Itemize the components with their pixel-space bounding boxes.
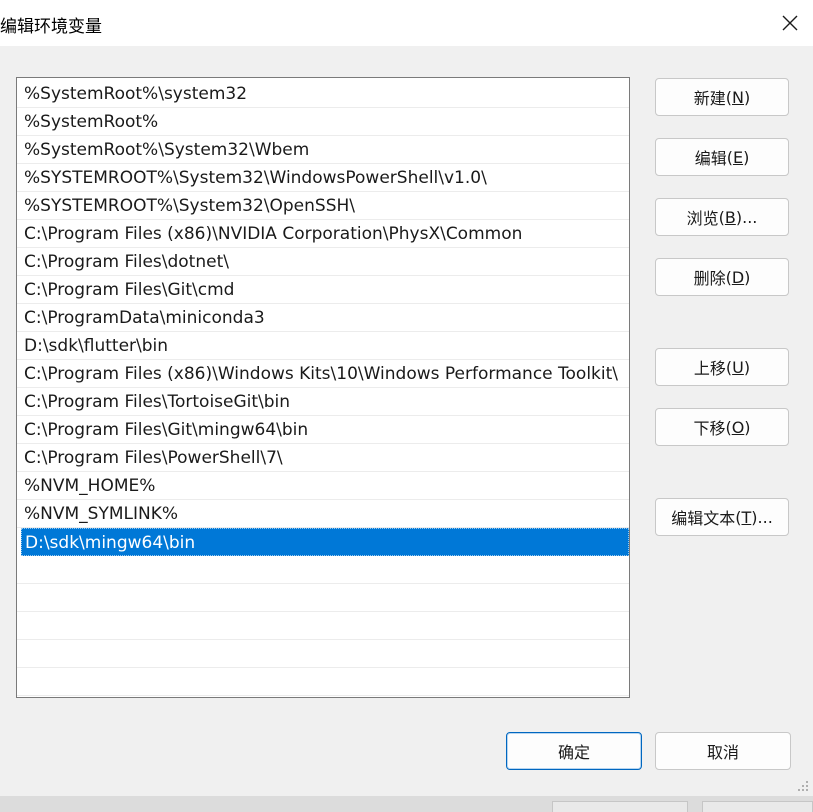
close-button[interactable] <box>767 0 813 46</box>
ok-button[interactable]: 确定 <box>506 732 642 770</box>
edit-button[interactable]: 编辑(E) <box>655 138 789 176</box>
list-item[interactable]: D:\sdk\mingw64\bin <box>21 528 629 556</box>
background-window-strip <box>0 796 813 812</box>
dialog-title: 编辑环境变量 <box>0 17 102 37</box>
ok-button-label: 确定 <box>557 743 590 762</box>
edit-text-button-ellipsis: ... <box>757 507 773 527</box>
delete-button-accelerator: D <box>731 267 745 287</box>
edit-text-button-accelerator: T <box>741 507 752 527</box>
list-item[interactable]: %NVM_SYMLINK% <box>17 500 629 528</box>
new-button-label: 新建 <box>693 89 726 108</box>
title-bar: 编辑环境变量 <box>0 0 813 46</box>
list-item[interactable]: C:\Program Files (x86)\Windows Kits\10\W… <box>17 360 629 388</box>
list-item[interactable]: D:\sdk\flutter\bin <box>17 332 629 360</box>
move-up-button-accelerator: U <box>732 357 744 377</box>
list-item[interactable]: %SystemRoot% <box>17 108 629 136</box>
list-item[interactable]: %SystemRoot%\system32 <box>17 80 629 108</box>
list-item[interactable]: C:\ProgramData\miniconda3 <box>17 304 629 332</box>
cancel-button-label: 取消 <box>706 743 739 762</box>
browse-button-label: 浏览 <box>686 209 719 228</box>
move-down-button[interactable]: 下移(O) <box>655 408 789 446</box>
empty-list-row[interactable] <box>17 584 629 612</box>
new-button-accelerator: N <box>732 87 744 107</box>
browse-button[interactable]: 浏览(B)... <box>655 198 789 236</box>
move-down-button-label: 下移 <box>693 419 726 438</box>
edit-environment-variable-dialog: 编辑环境变量 %SystemRoot%\system32 %SystemRoot%… <box>0 0 813 812</box>
edit-button-accelerator: E <box>732 147 744 167</box>
list-item[interactable]: C:\Program Files\Git\mingw64\bin <box>17 416 629 444</box>
close-icon <box>782 15 798 31</box>
new-button[interactable]: 新建(N) <box>655 78 789 116</box>
move-down-button-accelerator: O <box>731 417 745 437</box>
empty-list-row[interactable] <box>17 668 629 696</box>
edit-button-label: 编辑 <box>694 149 727 168</box>
list-item[interactable]: C:\Program Files (x86)\NVIDIA Corporatio… <box>17 220 629 248</box>
list-item[interactable]: C:\Program Files\TortoiseGit\bin <box>17 388 629 416</box>
background-button-1 <box>552 801 688 812</box>
list-item[interactable]: %SYSTEMROOT%\System32\OpenSSH\ <box>17 192 629 220</box>
move-up-button[interactable]: 上移(U) <box>655 348 789 386</box>
list-item[interactable]: %NVM_HOME% <box>17 472 629 500</box>
empty-list-row[interactable] <box>17 556 629 584</box>
list-item[interactable]: C:\Program Files\dotnet\ <box>17 248 629 276</box>
background-button-2 <box>702 801 813 812</box>
empty-list-row[interactable] <box>17 612 629 640</box>
list-item[interactable]: %SYSTEMROOT%\System32\WindowsPowerShell\… <box>17 164 629 192</box>
cancel-button[interactable]: 取消 <box>655 732 791 770</box>
path-list[interactable]: %SystemRoot%\system32 %SystemRoot% %System… <box>16 77 630 698</box>
resize-grip-icon[interactable] <box>797 780 809 792</box>
list-item[interactable]: C:\Program Files\PowerShell\7\ <box>17 444 629 472</box>
list-item[interactable]: C:\Program Files\Git\cmd <box>17 276 629 304</box>
delete-button-label: 删除 <box>693 269 726 288</box>
list-item[interactable]: %SystemRoot%\System32\Wbem <box>17 136 629 164</box>
browse-button-ellipsis: ... <box>742 207 758 227</box>
edit-text-button-label: 编辑文本 <box>671 509 736 528</box>
delete-button[interactable]: 删除(D) <box>655 258 789 296</box>
edit-text-button[interactable]: 编辑文本(T)... <box>655 498 789 536</box>
move-up-button-label: 上移 <box>693 359 726 378</box>
browse-button-accelerator: B <box>724 207 736 227</box>
empty-list-row[interactable] <box>17 640 629 668</box>
